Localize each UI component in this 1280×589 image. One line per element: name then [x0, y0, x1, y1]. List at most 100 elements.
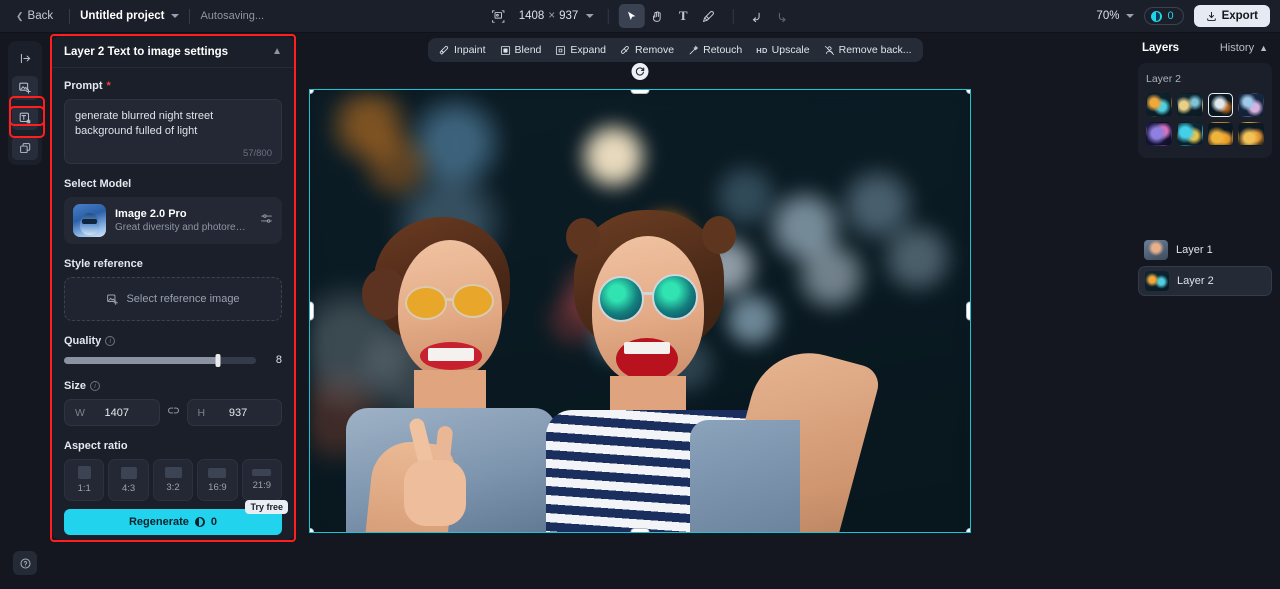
variation-thumbnail[interactable] — [1207, 93, 1234, 117]
aspect-ratio-1-1[interactable]: 1:1 — [64, 459, 105, 501]
height-input[interactable]: H 937 — [186, 399, 282, 426]
aspect-ratio-4-3[interactable]: 4:3 — [108, 459, 149, 501]
project-name-dropdown[interactable]: Untitled project — [80, 10, 180, 22]
credit-coin-icon — [1151, 10, 1163, 22]
quality-slider-knob[interactable] — [215, 353, 221, 367]
quality-label-row: Quality i — [64, 335, 282, 347]
right-woman-sunglasses-right — [652, 274, 698, 320]
aspect-ratio-glyph — [120, 466, 137, 479]
divider — [607, 8, 609, 24]
layer-item-layer-1[interactable]: Layer 1 — [1138, 236, 1272, 264]
toolbar-item-label: Remove — [635, 44, 675, 56]
toolbar-item-label: Inpaint — [454, 44, 486, 56]
prompt-input[interactable]: generate blurred night street background… — [64, 99, 282, 164]
variation-thumbnail[interactable] — [1208, 122, 1234, 146]
panel-title: Layer 2 Text to image settings — [64, 45, 229, 58]
selected-image-wrapper[interactable] — [309, 63, 971, 533]
model-info: Image 2.0 Pro Great diversity and photor… — [115, 208, 251, 233]
aspect-ratio-21-9[interactable]: 21:9 — [241, 459, 283, 501]
variation-thumbnail[interactable] — [1146, 93, 1172, 117]
variation-thumbnail[interactable] — [1146, 122, 1172, 146]
toolbar-remove-button[interactable]: Remove — [614, 41, 680, 59]
left-woman-sunglasses-left — [405, 286, 447, 320]
canvas-width: 1408 — [518, 10, 545, 22]
remove-icon — [620, 45, 631, 56]
model-selector[interactable]: Image 2.0 Pro Great diversity and photor… — [64, 197, 282, 244]
toolbar-inpaint-button[interactable]: Inpaint — [433, 41, 492, 59]
history-label: History — [1219, 42, 1255, 54]
hand-tool-button[interactable] — [644, 4, 670, 28]
history-toggle[interactable]: History ▲ — [1220, 42, 1268, 54]
collapse-panel-button[interactable] — [12, 46, 38, 70]
canvas-area[interactable]: Inpaint Blend Expand Remove Retouch HD Upscale… — [300, 33, 1130, 589]
top-bar-left: ❮ Back Untitled project Autosaving... — [0, 0, 264, 32]
right-woman-sunglasses-left — [598, 276, 644, 322]
credit-coin-icon — [194, 517, 205, 527]
resize-handle-top-right[interactable] — [966, 90, 970, 94]
variation-thumbnail[interactable] — [1238, 93, 1264, 117]
aspect-ratio-16-9[interactable]: 16:9 — [197, 459, 238, 501]
quality-label: Quality — [64, 335, 102, 347]
help-button[interactable] — [13, 551, 37, 575]
prompt-label-row: Prompt * — [64, 80, 282, 92]
toolbar-retouch-button[interactable]: Retouch — [682, 41, 748, 59]
credits-badge[interactable]: 0 — [1144, 7, 1184, 25]
info-icon[interactable]: i — [105, 336, 116, 346]
layer-item-layer-2[interactable]: Layer 2 — [1138, 266, 1272, 296]
credits-count: 0 — [1167, 10, 1174, 22]
select-tool-button[interactable] — [618, 4, 645, 28]
width-input[interactable]: W 1407 — [64, 399, 160, 426]
style-reference-dropzone[interactable]: Select reference image — [64, 277, 282, 321]
regenerate-cost: 0 — [210, 516, 218, 528]
toolbar-expand-button[interactable]: Expand — [549, 41, 612, 59]
toolbar-item-label: Upscale — [771, 44, 810, 56]
text-to-image-button[interactable] — [12, 106, 38, 130]
layers-list: Layer 1 Layer 2 — [1138, 236, 1272, 298]
brush-tool-button[interactable] — [696, 4, 722, 28]
aspect-ratio-glyph — [208, 467, 227, 478]
regenerate-label: Regenerate — [128, 516, 189, 528]
resize-canvas-icon[interactable] — [485, 4, 511, 28]
aspect-ratio-3-2[interactable]: 3:2 — [152, 459, 194, 501]
rotate-handle[interactable] — [631, 63, 649, 80]
back-button[interactable]: ❮ Back — [10, 6, 59, 26]
zoom-level-value: 70% — [1096, 10, 1120, 22]
info-icon[interactable]: i — [90, 381, 101, 391]
canvas-dimensions[interactable]: 1408 × 937 — [519, 10, 594, 22]
collapse-chevron-up-icon[interactable]: ▲ — [272, 46, 282, 57]
right-woman-teeth — [624, 342, 670, 354]
resize-handle-top[interactable] — [630, 90, 650, 94]
resize-handle-bottom-right[interactable] — [966, 528, 970, 532]
aspect-ratio-label: 3:2 — [166, 482, 180, 493]
model-settings-sliders-icon[interactable] — [260, 212, 273, 230]
toolbar-remove-back-button[interactable]: Remove back... — [818, 41, 918, 59]
toolbar-item-label: Expand — [570, 44, 607, 56]
layers-stack-button[interactable] — [12, 136, 38, 160]
resize-handle-left[interactable] — [310, 301, 314, 321]
variation-thumbnail[interactable] — [1177, 93, 1203, 117]
redo-button[interactable] — [769, 4, 795, 28]
size-label: Size — [64, 380, 87, 392]
text-tool-button[interactable]: T — [670, 4, 696, 28]
image-generate-button[interactable] — [12, 76, 38, 100]
toolbar-upscale-button[interactable]: HD Upscale — [750, 41, 815, 59]
zoom-level-dropdown[interactable]: 70% — [1096, 10, 1135, 22]
prompt-label: Prompt — [64, 80, 103, 92]
expand-icon — [555, 45, 566, 56]
chevron-down-icon — [585, 14, 594, 18]
export-button[interactable]: Export — [1193, 5, 1270, 27]
resize-handle-bottom-left[interactable] — [310, 528, 314, 532]
variation-thumbnail[interactable] — [1238, 122, 1264, 146]
link-aspect-icon[interactable] — [167, 404, 180, 422]
prompt-char-count: 57/800 — [242, 148, 272, 159]
quality-slider[interactable] — [64, 353, 256, 367]
variation-thumbnail[interactable] — [1177, 122, 1203, 146]
layer-thumbnail — [1144, 240, 1168, 260]
back-label: Back — [27, 10, 54, 22]
panel-header: Layer 2 Text to image settings ▲ — [52, 36, 294, 68]
toolbar-item-label: Remove back... — [838, 44, 912, 56]
toolbar-blend-button[interactable]: Blend — [494, 41, 548, 59]
resize-handle-right[interactable] — [966, 301, 970, 321]
resize-handle-bottom[interactable] — [630, 528, 650, 532]
undo-button[interactable] — [743, 4, 769, 28]
